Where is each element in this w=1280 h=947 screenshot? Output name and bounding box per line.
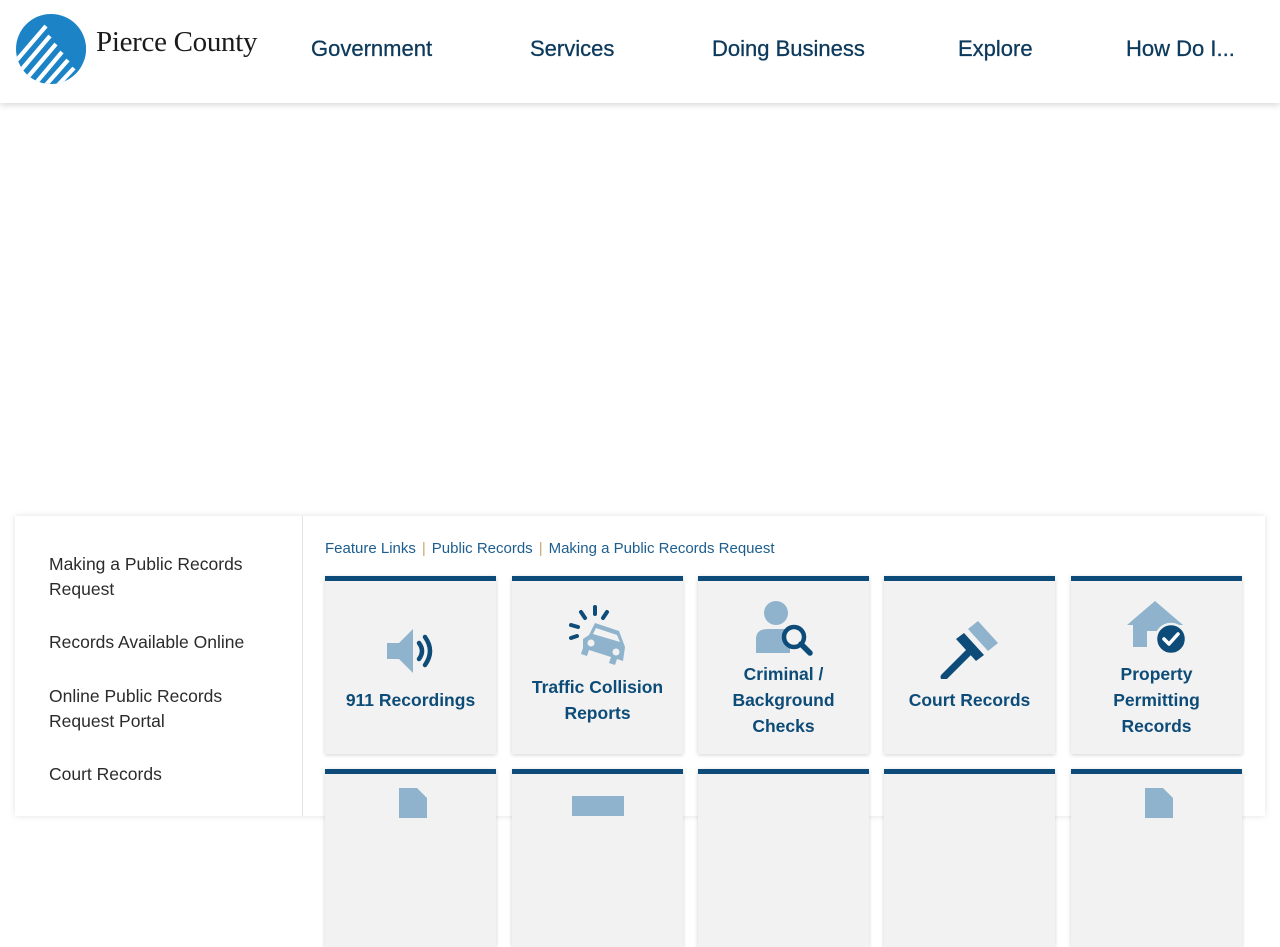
nav-how-do-i[interactable]: How Do I...	[1126, 36, 1235, 66]
tile-row2-3[interactable]	[698, 769, 869, 947]
breadcrumb: Feature Links | Public Records | Making a Pu…	[325, 540, 775, 560]
sidebar-item-request-portal[interactable]: Online Public Records Request Portal	[49, 684, 269, 734]
monitor-icon	[512, 796, 683, 816]
document-icon	[1071, 788, 1242, 818]
gavel-icon	[884, 621, 1055, 679]
car-crash-icon	[512, 605, 683, 667]
breadcrumb-separator: |	[538, 540, 543, 557]
tile-label: Court Records	[908, 690, 1031, 710]
breadcrumb-making-request[interactable]: Making a Public Records Request	[549, 540, 775, 557]
sidebar: Making a Public Records Request Records …	[15, 516, 303, 816]
tile-911-recordings[interactable]: 911 Recordings	[325, 576, 496, 754]
tile-criminal-background-checks[interactable]: Criminal / Background Checks	[698, 576, 869, 754]
nav-government[interactable]: Government	[311, 36, 432, 66]
tile-traffic-collision-reports[interactable]: Traffic Collision Reports	[512, 576, 683, 754]
tile-label: 911 Recordings	[345, 690, 476, 710]
tile-row2-1[interactable]	[325, 769, 496, 947]
tile-label: Traffic Collision Reports	[531, 677, 664, 723]
content-panel: Making a Public Records Request Records …	[15, 516, 1265, 947]
tile-label: Criminal / Background Checks	[732, 664, 835, 736]
sidebar-item-court-records[interactable]: Court Records	[49, 762, 269, 787]
tile-label: Property Permitting Records	[1113, 664, 1200, 736]
tile-row2-2[interactable]	[512, 769, 683, 947]
house-check-icon	[1071, 599, 1242, 657]
sidebar-item-making-request[interactable]: Making a Public Records Request	[49, 552, 269, 602]
person-search-icon	[698, 599, 869, 657]
tile-row2-5[interactable]	[1071, 769, 1242, 947]
site-header: Pierce County Government Services Doing …	[0, 0, 1280, 103]
breadcrumb-public-records[interactable]: Public Records	[432, 540, 533, 557]
breadcrumb-separator: |	[421, 540, 426, 557]
nav-doing-business[interactable]: Doing Business	[712, 36, 865, 66]
nav-services[interactable]: Services	[530, 36, 615, 66]
sidebar-item-records-online[interactable]: Records Available Online	[49, 630, 269, 655]
tile-property-permitting-records[interactable]: Property Permitting Records	[1071, 576, 1242, 754]
nav-explore[interactable]: Explore	[958, 36, 1033, 66]
speaker-icon	[325, 623, 496, 679]
tile-court-records[interactable]: Court Records	[884, 576, 1055, 754]
breadcrumb-feature-links[interactable]: Feature Links	[325, 540, 416, 557]
document-icon	[325, 788, 496, 818]
tile-row2-4[interactable]	[884, 769, 1055, 947]
main-nav: Government Services Doing Business Explo…	[0, 0, 1280, 103]
